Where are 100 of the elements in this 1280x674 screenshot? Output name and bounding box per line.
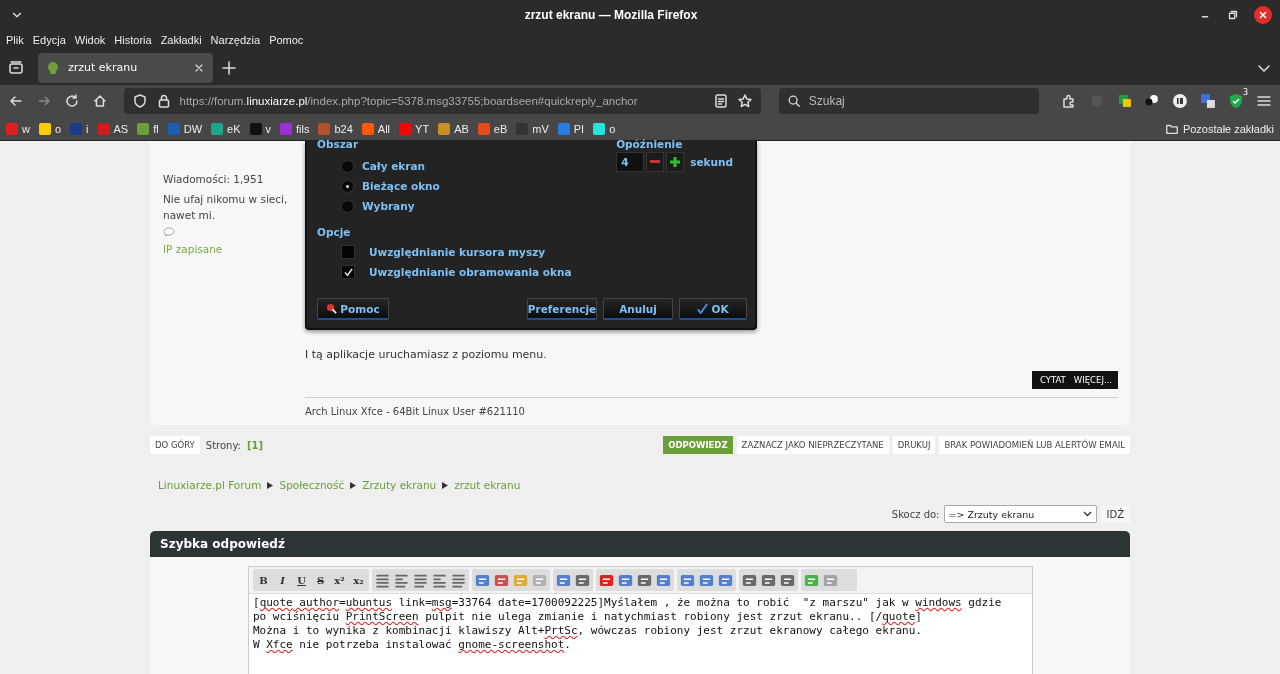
signature: Arch Linux Xfce - 64Bit Linux User #621110	[305, 406, 526, 417]
format-button[interactable]: x²	[331, 571, 348, 589]
help-icon	[326, 303, 338, 314]
extensions-icon[interactable]	[1060, 93, 1077, 109]
separator-icon	[267, 481, 274, 489]
bookmark-item[interactable]: w	[6, 122, 30, 135]
unit-label: sekund	[690, 156, 733, 168]
speech-bubble-icon	[163, 227, 175, 237]
url-text: https://forum.linuxiarze.pl/index.php?topic=5378.msg33755;boardseen#quickreply_anchor	[179, 95, 639, 107]
search-field[interactable]: Szukaj	[806, 93, 1031, 109]
message-text[interactable]: [quote author=ubuntus link=msg=33764 date=1700092225]Myślałem , że można to robić "z marszu" jak w windows gdzie po wciśnięciu PrintScreen pulpit nie ulega zmianie i natychmiast robiony jest zrzut ekranu.. [/quote] Można i to wynika z kombinacji klawiszy Alt+PrtSc, wówczas robiony jest zrzut ekranowy całego ekranu. W Xfce nie potrzeba instalować gnome-screenshot.	[249, 594, 1032, 674]
section-header: Szybka odpowiedź	[150, 531, 1130, 557]
bookmark-item[interactable]: v	[249, 122, 271, 135]
menu-icon[interactable]	[1256, 93, 1272, 109]
bookmark-item[interactable]: mV	[516, 122, 549, 135]
dialog-button[interactable]: Preferencje	[527, 298, 597, 320]
menu-item[interactable]: Plik	[6, 34, 24, 46]
decrease-button[interactable]	[646, 152, 665, 172]
menu-item[interactable]: Pomoc	[269, 34, 304, 46]
option-label: Uwzględnianie kursora myszy	[369, 246, 546, 258]
ip-logged-label: IP zapisane	[163, 242, 224, 257]
topic-action-button[interactable]: DRUKUJ	[892, 436, 936, 454]
bookmark-item[interactable]: AB	[438, 122, 469, 135]
reload-icon[interactable]	[63, 93, 80, 109]
dialog-button[interactable]: OK	[679, 298, 747, 320]
extension-icon[interactable]	[1172, 93, 1189, 109]
format-button[interactable]: U	[293, 571, 310, 589]
bookmark-item[interactable]: AS	[97, 122, 129, 135]
bookmark-item[interactable]: b24	[318, 122, 353, 135]
format-button[interactable]: B	[255, 571, 272, 589]
translate-icon[interactable]	[1200, 93, 1217, 109]
post-text: I tą aplikacje uruchamiasz z poziomu menu.	[305, 348, 548, 361]
browser-tab[interactable]: zrzut ekranu	[38, 52, 213, 83]
plus-icon	[670, 157, 681, 167]
bookmark-item[interactable]: o	[593, 122, 616, 135]
post-action-button[interactable]: WIĘCEJ...	[1073, 375, 1112, 385]
back-icon[interactable]	[8, 93, 24, 109]
radio-button[interactable]	[341, 199, 354, 213]
address-bar[interactable]: https://forum.linuxiarze.pl/index.php?topic=5378.msg33755;boardseen#quickreply_anchor	[123, 88, 761, 114]
minus-icon	[650, 160, 661, 164]
checkbox[interactable]	[341, 265, 355, 279]
bookmark-item[interactable]: All	[361, 122, 391, 135]
new-tab-icon[interactable]	[221, 59, 237, 76]
other-bookmarks-folder[interactable]: Pozostałe zakładki	[1164, 121, 1274, 136]
option-label: Cały ekran	[362, 160, 426, 172]
format-button[interactable]: I	[274, 571, 291, 589]
board-select[interactable]: => Zrzuty ekranu	[943, 505, 1097, 523]
bookmark-item[interactable]: PI	[557, 122, 585, 135]
tab-title: zrzut ekranu	[68, 61, 139, 74]
post-action-button[interactable]: CYTAT	[1039, 375, 1066, 385]
separator-icon	[442, 481, 449, 489]
restore-icon[interactable]	[1226, 8, 1240, 22]
close-icon[interactable]	[1254, 6, 1272, 24]
menu-item[interactable]: Historia	[114, 34, 152, 46]
radio-button[interactable]	[341, 179, 354, 193]
tab-list-icon[interactable]	[8, 59, 24, 76]
menu-item[interactable]: Narzędzia	[210, 34, 261, 46]
bookmark-item[interactable]: DW	[167, 122, 203, 135]
bookmark-item[interactable]: eK	[211, 122, 241, 135]
favicon-icon	[46, 60, 60, 75]
dialog-button[interactable]: Pomoc	[317, 298, 389, 320]
go-button[interactable]: IDŹ	[1100, 505, 1130, 523]
menu-item[interactable]: Zakładki	[160, 34, 202, 46]
window-title: zrzut ekranu — Mozilla Firefox	[523, 8, 699, 22]
section-label: Obszar	[317, 138, 360, 148]
section-label: Opcje	[317, 226, 352, 236]
shield-check-icon[interactable]	[1228, 93, 1245, 109]
format-button[interactable]: x₂	[350, 571, 367, 589]
bookmark-item[interactable]: fl	[137, 122, 159, 135]
bookmark-item[interactable]: YT	[399, 122, 430, 135]
delay-field[interactable]: 4	[616, 152, 645, 172]
shield-icon[interactable]	[131, 93, 148, 109]
menu-item[interactable]: Widok	[74, 34, 106, 46]
bookmark-item[interactable]: i	[70, 122, 89, 135]
reader-view-icon[interactable]	[712, 93, 729, 109]
bookmark-item[interactable]: o	[38, 122, 62, 135]
menu-item[interactable]: Edycja	[32, 34, 66, 46]
bookmark-star-icon[interactable]	[736, 93, 753, 109]
option-label: Bieżące okno	[362, 180, 440, 192]
topic-action-button[interactable]: ZAZNACZ JAKO NIEPRZECZYTANE	[736, 436, 889, 454]
badge-count-label: 3	[1243, 88, 1249, 97]
check-icon	[697, 303, 709, 314]
option-label: Wybrany	[362, 200, 415, 212]
dialog-button[interactable]: Anuluj	[603, 298, 673, 320]
radio-button[interactable]	[341, 159, 354, 173]
author-info: Nie ufaj nikomu w sieci, nawet mi.	[163, 192, 289, 223]
option-label: Uwzględnianie obramowania okna	[369, 266, 572, 278]
home-icon[interactable]	[91, 93, 108, 109]
increase-button[interactable]	[666, 152, 685, 172]
back-to-top-button[interactable]: DO GÓRY	[150, 436, 200, 454]
separator-icon	[350, 481, 357, 489]
author-info: Wiadomości: 1,951	[163, 172, 265, 187]
search-icon[interactable]	[786, 94, 801, 108]
bookmark-item[interactable]: fils	[280, 122, 310, 135]
format-button[interactable]: S	[312, 571, 329, 589]
checkbox[interactable]	[341, 245, 355, 259]
search-bar[interactable]: Szukaj	[778, 88, 1039, 114]
topic-action-button[interactable]: BRAK POWIADOMIEŃ LUB ALERTÓW EMAIL	[939, 436, 1130, 454]
jump-label: Skocz do:	[891, 508, 940, 520]
bookmark-item[interactable]: eB	[477, 122, 508, 135]
